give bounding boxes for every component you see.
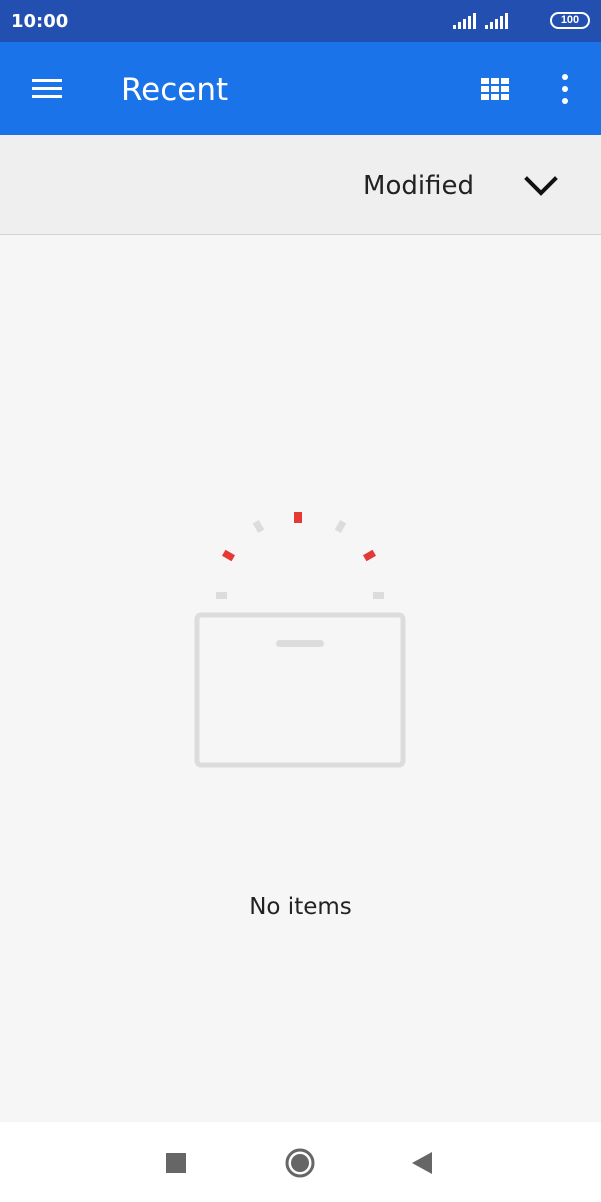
home-button[interactable] bbox=[278, 1142, 322, 1186]
sort-bar: Modified bbox=[0, 135, 601, 235]
recents-square-icon bbox=[166, 1153, 186, 1173]
status-time: 10:00 bbox=[11, 11, 69, 32]
sort-dropdown-button[interactable] bbox=[518, 169, 564, 203]
back-button[interactable] bbox=[400, 1142, 444, 1186]
app-bar: Recent bbox=[0, 42, 601, 135]
grid-view-icon bbox=[481, 78, 509, 100]
more-vert-icon bbox=[562, 74, 568, 104]
recents-button[interactable] bbox=[154, 1142, 198, 1186]
back-triangle-icon bbox=[412, 1152, 432, 1174]
battery-level: 100 bbox=[560, 14, 580, 26]
empty-box-icon bbox=[194, 512, 406, 768]
menu-button[interactable] bbox=[22, 68, 72, 110]
status-bar: 10:00 100 bbox=[0, 0, 601, 42]
signal-icon bbox=[485, 13, 508, 29]
signal-icon bbox=[453, 13, 476, 29]
sort-label[interactable]: Modified bbox=[363, 171, 474, 201]
grid-view-button[interactable] bbox=[472, 68, 518, 110]
chevron-down-icon bbox=[524, 176, 558, 196]
empty-state-text: No items bbox=[249, 894, 352, 920]
navigation-bar bbox=[0, 1122, 601, 1202]
menu-icon bbox=[32, 79, 62, 98]
page-title: Recent bbox=[121, 72, 229, 108]
battery-icon: 100 bbox=[550, 12, 590, 29]
home-circle-icon bbox=[285, 1148, 315, 1178]
more-options-button[interactable] bbox=[548, 68, 582, 110]
